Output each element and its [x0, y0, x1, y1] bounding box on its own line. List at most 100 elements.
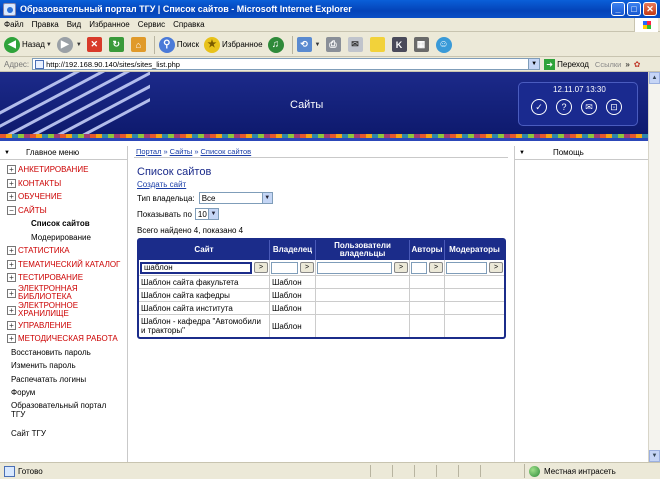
site-filter-button[interactable]: > [254, 262, 268, 273]
collapse-triangle-icon[interactable]: ▼ [4, 150, 10, 156]
column-header-owner[interactable]: Владелец [270, 240, 316, 260]
main-menu-header[interactable]: ▼ Главное меню [0, 146, 127, 160]
menu-item-storage[interactable]: + ЭЛЕКТРОННОЕ ХРАНИЛИЩЕ [7, 302, 127, 319]
link-tgu-site[interactable]: Сайт ТГУ [0, 427, 127, 441]
stop-button[interactable]: ✕ [86, 37, 104, 52]
lock-icon[interactable]: ⊡ [606, 99, 622, 115]
menu-item-surveys[interactable]: + АНКЕТИРОВАНИЕ [7, 163, 127, 177]
edit-button[interactable] [369, 37, 387, 52]
links-label[interactable]: Ссылки [595, 60, 621, 69]
breadcrumb-sites-list[interactable]: Список сайтов [201, 147, 252, 156]
vertical-scrollbar[interactable]: ▲ ▼ [648, 72, 660, 462]
menu-file[interactable]: Файл [4, 20, 24, 29]
collapse-triangle-icon[interactable]: ▼ [519, 150, 525, 156]
research-button[interactable]: ▦ [413, 37, 431, 52]
menu-help[interactable]: Справка [173, 20, 204, 29]
menu-item-contacts[interactable]: + КОНТАКТЫ [7, 177, 127, 191]
home-button[interactable]: ⌂ [130, 37, 148, 52]
column-header-authors[interactable]: Авторы [410, 240, 445, 260]
chevron-down-icon[interactable]: ▼ [207, 209, 218, 219]
link-forum[interactable]: Форум [0, 386, 127, 400]
check-icon[interactable]: ✓ [531, 99, 547, 115]
refresh-button[interactable]: ↻ [108, 37, 126, 52]
menu-edit[interactable]: Правка [32, 20, 59, 29]
moderators-filter-input[interactable] [446, 261, 487, 274]
table-row[interactable]: Шаблон сайта института Шаблон [139, 302, 504, 315]
table-row[interactable]: Шаблон сайта факультета Шаблон [139, 276, 504, 289]
favorites-button[interactable]: ★ Избранное [204, 36, 263, 53]
expand-icon[interactable]: + [7, 259, 16, 269]
media-button[interactable]: ♫ [267, 36, 286, 53]
help-icon[interactable]: ? [556, 99, 572, 115]
chevron-down-icon[interactable]: ▼ [261, 193, 272, 203]
links-more-icon[interactable]: » [625, 60, 629, 69]
discuss-button[interactable]: K [391, 37, 409, 52]
close-button[interactable]: ✕ [643, 2, 657, 16]
expand-icon[interactable]: + [7, 320, 16, 330]
table-row[interactable]: Шаблон сайта кафедры Шаблон [139, 289, 504, 302]
mail-button[interactable]: ✉ [347, 37, 365, 52]
maximize-button[interactable]: □ [627, 2, 641, 16]
history-button[interactable]: ⟲ ▼ [296, 37, 321, 52]
forward-button[interactable]: ▶ ▼ [56, 36, 82, 53]
owner-users-filter-button[interactable]: > [394, 262, 408, 273]
collapse-icon[interactable]: − [7, 205, 16, 215]
menu-item-management[interactable]: + УПРАВЛЕНИЕ [7, 319, 127, 333]
expand-icon[interactable]: + [7, 246, 16, 256]
expand-icon[interactable]: + [7, 273, 16, 283]
table-row[interactable]: Шаблон - кафедра "Автомобили и тракторы"… [139, 315, 504, 337]
menu-tools[interactable]: Сервис [138, 20, 165, 29]
breadcrumb-sites[interactable]: Сайты [170, 147, 193, 156]
print-button[interactable]: ⎙ [325, 37, 343, 52]
search-button[interactable]: ⚲ Поиск [158, 36, 199, 53]
column-header-moderators[interactable]: Модераторы [445, 240, 504, 260]
moderators-filter-button[interactable]: > [489, 262, 503, 273]
cell-site[interactable]: Шаблон сайта института [139, 302, 270, 315]
submenu-moderation[interactable]: Модерирование [7, 231, 127, 245]
menu-item-testing[interactable]: + ТЕСТИРОВАНИЕ [7, 271, 127, 285]
cell-site[interactable]: Шаблон сайта кафедры [139, 289, 270, 302]
column-header-owner-users[interactable]: Пользователи владельцы [316, 240, 410, 260]
minimize-button[interactable]: _ [611, 2, 625, 16]
menu-item-methodical[interactable]: + МЕТОДИЧЕСКАЯ РАБОТА [7, 332, 127, 346]
column-header-site[interactable]: Сайт [139, 240, 270, 260]
owner-filter-input[interactable] [271, 261, 298, 274]
toolbar-extension-icon[interactable]: ✿ [634, 60, 641, 69]
menu-item-catalog[interactable]: + ТЕМАТИЧЕСКИЙ КАТАЛОГ [7, 258, 127, 272]
menu-item-learning[interactable]: + ОБУЧЕНИЕ [7, 190, 127, 204]
back-dropdown-icon[interactable]: ▼ [46, 42, 52, 48]
owner-filter-button[interactable]: > [300, 262, 314, 273]
expand-icon[interactable]: + [7, 305, 16, 315]
history-dropdown-icon[interactable]: ▼ [315, 42, 321, 48]
address-dropdown-icon[interactable]: ▼ [528, 59, 540, 69]
create-site-link[interactable]: Создать сайт [137, 180, 186, 189]
cell-site[interactable]: Шаблон сайта факультета [139, 276, 270, 289]
expand-icon[interactable]: + [7, 288, 16, 298]
expand-icon[interactable]: + [7, 334, 16, 344]
owner-users-filter-input[interactable] [317, 261, 392, 274]
mail-icon[interactable]: ✉ [581, 99, 597, 115]
link-print-logins[interactable]: Распечатать логины [0, 373, 127, 387]
site-filter-input[interactable]: шаблон [140, 261, 252, 274]
cell-site[interactable]: Шаблон - кафедра "Автомобили и тракторы" [139, 315, 270, 337]
messenger-button[interactable]: ☺ [435, 36, 454, 53]
submenu-sites-list[interactable]: Список сайтов [7, 217, 127, 231]
scroll-down-icon[interactable]: ▼ [649, 450, 660, 462]
expand-icon[interactable]: + [7, 165, 16, 175]
go-button[interactable]: ➜ Переход [544, 58, 589, 70]
owner-type-select[interactable]: Все ▼ [198, 192, 273, 204]
scroll-up-icon[interactable]: ▲ [649, 72, 660, 84]
authors-filter-button[interactable]: > [429, 262, 443, 273]
per-page-select[interactable]: 10 ▼ [194, 208, 219, 220]
menu-item-statistics[interactable]: + СТАТИСТИКА [7, 244, 127, 258]
authors-filter-input[interactable] [411, 261, 427, 274]
menu-favorites[interactable]: Избранное [89, 20, 130, 29]
link-edu-portal[interactable]: Образовательный портал ТГУ [0, 400, 127, 427]
menu-view[interactable]: Вид [67, 20, 81, 29]
link-change-password[interactable]: Изменить пароль [0, 359, 127, 373]
menu-item-sites[interactable]: − САЙТЫ [7, 204, 127, 218]
back-button[interactable]: ◀ Назад ▼ [4, 36, 52, 53]
help-header[interactable]: ▼ Помощь [515, 146, 648, 160]
expand-icon[interactable]: + [7, 178, 16, 188]
address-input[interactable]: http://192.168.90.140/sites/sites_list.p… [32, 58, 541, 70]
